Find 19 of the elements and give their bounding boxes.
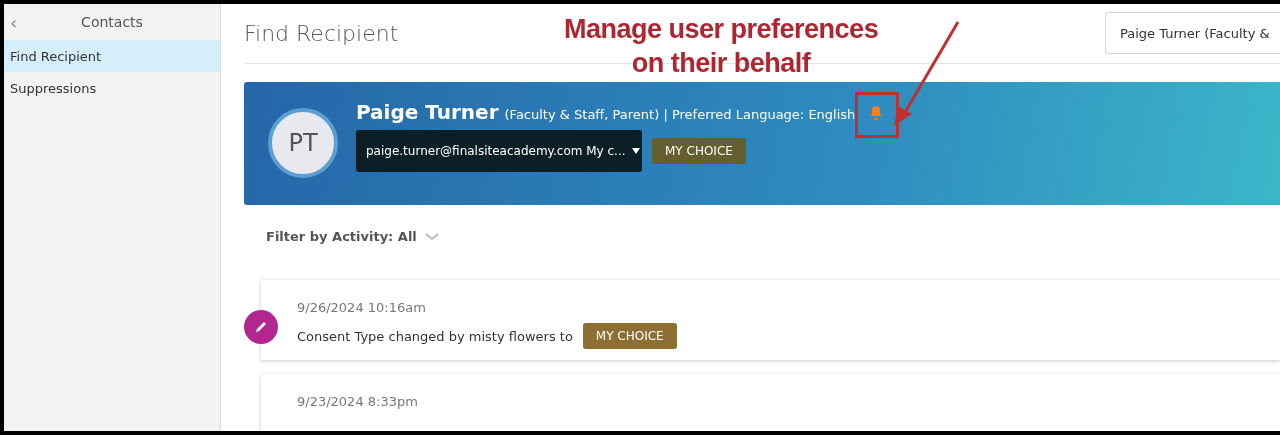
page-title: Find Recipient (244, 20, 399, 46)
activity-text: Consent Type changed by misty flowers to (297, 328, 573, 344)
bell-icon[interactable] (869, 104, 884, 120)
annotation-text: Manage user preferences on their behalf (564, 13, 879, 80)
sidebar-item[interactable]: Find Recipient (4, 40, 220, 72)
sidebar-title: Contacts (80, 14, 144, 30)
avatar: PT (268, 108, 338, 179)
chevron-down-icon[interactable] (424, 232, 439, 241)
contact-details: (Faculty & Staff, Parent) | Preferred Language: English (504, 107, 856, 123)
activity-filter[interactable]: Filter by Activity: All (266, 229, 417, 245)
consent-badge: MY CHOICE (582, 323, 677, 350)
consent-badge: MY CHOICE (652, 138, 746, 165)
sidebar-item[interactable]: Suppressions (4, 72, 220, 104)
email-select[interactable]: paige.turner@finalsiteacademy.com My c... (356, 130, 642, 173)
caret-icon (631, 148, 640, 155)
activity-date: 9/26/2024 10:16am (297, 300, 427, 316)
search-field[interactable]: Paige Turner (Faculty & (1105, 12, 1280, 55)
activity-date: 9/23/2024 8:33pm (297, 394, 419, 410)
contact-name: Paige Turner (356, 100, 499, 125)
